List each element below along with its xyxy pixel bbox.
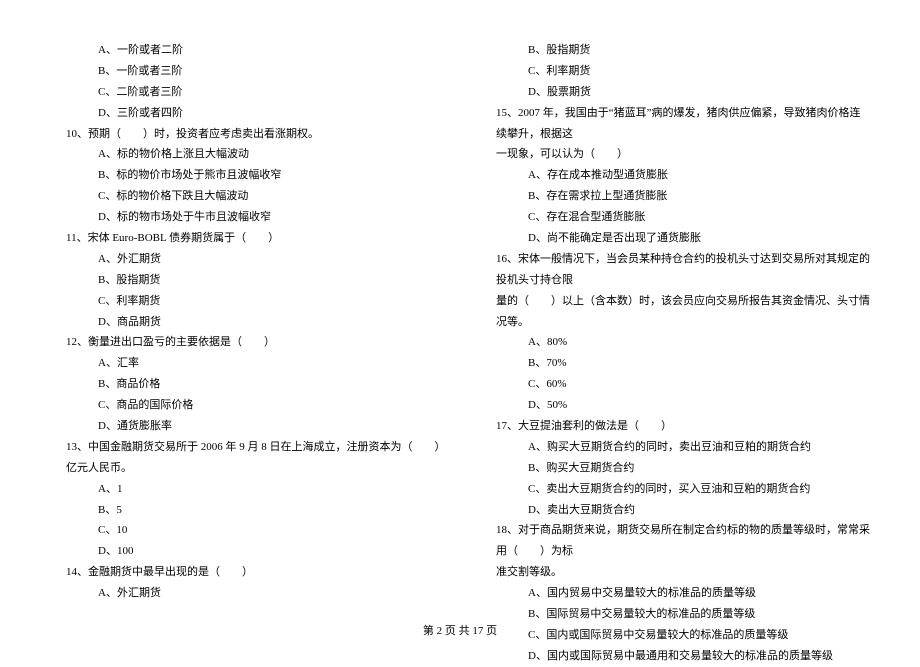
q18-stem: 18、对于商品期货来说，期货交易所在制定合约标的物的质量等级时，常常采用（ ）为… xyxy=(480,520,870,562)
q13-option-d: D、100 xyxy=(50,541,440,562)
q16-option-d: D、50% xyxy=(480,395,870,416)
q18-option-a: A、国内贸易中交易量较大的标准品的质量等级 xyxy=(480,583,870,604)
q14-option-b: B、股指期货 xyxy=(480,40,870,61)
q15-option-c: C、存在混合型通货膨胀 xyxy=(480,207,870,228)
q15-stem: 15、2007 年，我国由于“猪蓝耳”病的爆发，猪肉供应偏紧，导致猪肉价格连续攀… xyxy=(480,103,870,145)
q10-option-d: D、标的物市场处于牛市且波幅收窄 xyxy=(50,207,440,228)
q9-option-b: B、一阶或者三阶 xyxy=(50,61,440,82)
q12-option-b: B、商品价格 xyxy=(50,374,440,395)
q11-option-d: D、商品期货 xyxy=(50,312,440,333)
q15-option-a: A、存在成本推动型通货膨胀 xyxy=(480,165,870,186)
q11-option-a: A、外汇期货 xyxy=(50,249,440,270)
q18-option-d: D、国内或国际贸易中最通用和交易量较大的标准品的质量等级 xyxy=(480,646,870,667)
q17-option-d: D、卖出大豆期货合约 xyxy=(480,500,870,521)
q11-option-b: B、股指期货 xyxy=(50,270,440,291)
q14-option-a: A、外汇期货 xyxy=(50,583,440,604)
q10-option-b: B、标的物价市场处于熊市且波幅收窄 xyxy=(50,165,440,186)
q11-stem: 11、宋体 Euro-BOBL 债券期货属于（ ） xyxy=(50,228,440,249)
left-column: A、一阶或者二阶 B、一阶或者三阶 C、二阶或者三阶 D、三阶或者四阶 10、预… xyxy=(50,40,440,590)
q13-stem: 13、中国金融期货交易所于 2006 年 9 月 8 日在上海成立，注册资本为（… xyxy=(50,437,440,479)
q15-stem-cont: 一现象，可以认为（ ） xyxy=(480,144,870,165)
q17-option-b: B、购买大豆期货合约 xyxy=(480,458,870,479)
q16-stem-cont: 量的（ ）以上（含本数）时，该会员应向交易所报告其资金情况、头寸情况等。 xyxy=(480,291,870,333)
q9-option-c: C、二阶或者三阶 xyxy=(50,82,440,103)
q17-stem: 17、大豆提油套利的做法是（ ） xyxy=(480,416,870,437)
q12-option-c: C、商品的国际价格 xyxy=(50,395,440,416)
q16-option-a: A、80% xyxy=(480,332,870,353)
q10-stem: 10、预期（ ）时，投资者应考虑卖出看涨期权。 xyxy=(50,124,440,145)
q10-option-c: C、标的物价格下跌且大幅波动 xyxy=(50,186,440,207)
q16-option-b: B、70% xyxy=(480,353,870,374)
q9-option-a: A、一阶或者二阶 xyxy=(50,40,440,61)
page-content: A、一阶或者二阶 B、一阶或者三阶 C、二阶或者三阶 D、三阶或者四阶 10、预… xyxy=(0,0,920,610)
q11-option-c: C、利率期货 xyxy=(50,291,440,312)
q13-option-c: C、10 xyxy=(50,520,440,541)
q10-option-a: A、标的物价格上涨且大幅波动 xyxy=(50,144,440,165)
q18-stem-cont: 准交割等级。 xyxy=(480,562,870,583)
q9-option-d: D、三阶或者四阶 xyxy=(50,103,440,124)
q16-option-c: C、60% xyxy=(480,374,870,395)
q13-option-a: A、1 xyxy=(50,479,440,500)
page-footer: 第 2 页 共 17 页 xyxy=(0,622,920,638)
q14-stem: 14、金融期货中最早出现的是（ ） xyxy=(50,562,440,583)
q12-option-a: A、汇率 xyxy=(50,353,440,374)
q17-option-a: A、购买大豆期货合约的同时，卖出豆油和豆粕的期货合约 xyxy=(480,437,870,458)
q14-option-c: C、利率期货 xyxy=(480,61,870,82)
q17-option-c: C、卖出大豆期货合约的同时，买入豆油和豆粕的期货合约 xyxy=(480,479,870,500)
q14-option-d: D、股票期货 xyxy=(480,82,870,103)
q15-option-d: D、尚不能确定是否出现了通货膨胀 xyxy=(480,228,870,249)
q15-option-b: B、存在需求拉上型通货膨胀 xyxy=(480,186,870,207)
right-column: B、股指期货 C、利率期货 D、股票期货 15、2007 年，我国由于“猪蓝耳”… xyxy=(480,40,870,590)
q12-stem: 12、衡量进出口盈亏的主要依据是（ ） xyxy=(50,332,440,353)
q12-option-d: D、通货膨胀率 xyxy=(50,416,440,437)
q16-stem: 16、宋体一般情况下，当会员某种持仓合约的投机头寸达到交易所对其规定的投机头寸持… xyxy=(480,249,870,291)
q13-option-b: B、5 xyxy=(50,500,440,521)
